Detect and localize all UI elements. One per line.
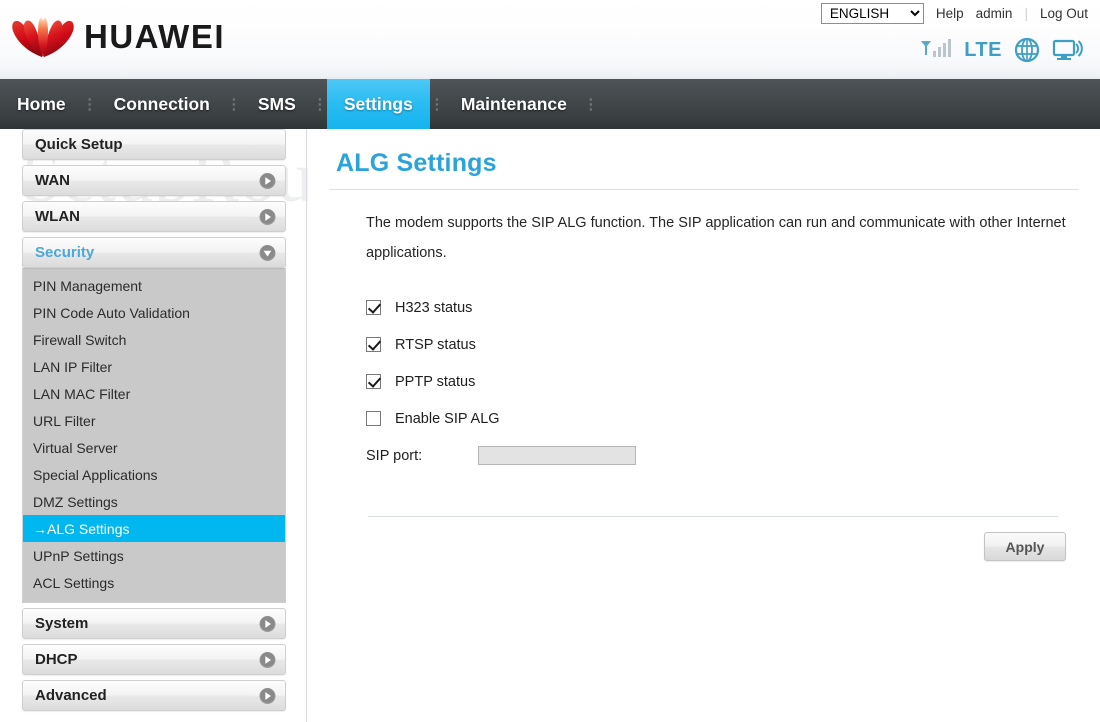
checkbox-row: PPTP status [366, 363, 1066, 400]
nav-item-home[interactable]: Home [0, 79, 83, 129]
sip-port-input[interactable] [478, 446, 636, 465]
sidebar-group-label: DHCP [35, 651, 78, 668]
sidebar-group: Quick Setup [22, 129, 286, 160]
chevron-right-icon[interactable] [259, 687, 276, 704]
sidebar-item-security[interactable]: Security [22, 237, 286, 268]
checkbox-rtsp-status[interactable] [366, 337, 381, 352]
page-title: ALG Settings [336, 149, 497, 177]
checkbox-label[interactable]: Enable SIP ALG [395, 411, 500, 427]
router-admin-page: SetupRouter.com [0, 0, 1100, 722]
chevron-right-icon [259, 208, 276, 225]
nav-item-maintenance[interactable]: Maintenance [444, 79, 584, 129]
sidebar: Quick Setup WAN WLAN Security PIN Management… [0, 129, 307, 722]
sidebar-group-label: Security [35, 244, 95, 261]
current-user-label: admin [975, 6, 1013, 21]
status-indicators: LTE [919, 36, 1084, 64]
chevron-down-icon [259, 244, 276, 261]
sidebar-group: DHCP [22, 644, 286, 675]
sidebar-item-upnp-settings[interactable]: UPnP Settings [23, 542, 285, 569]
signal-bars-icon [921, 39, 952, 57]
sidebar-group-label: System [35, 615, 89, 632]
checkbox-label[interactable]: H323 status [395, 300, 472, 316]
form-divider [368, 516, 1058, 517]
topbar-separator: | [1024, 6, 1028, 21]
main-content: ALG Settings The modem supports the SIP … [308, 129, 1100, 722]
chevron-down-icon[interactable] [259, 244, 276, 261]
page-description: The modem supports the SIP ALG function.… [366, 215, 1066, 261]
sidebar-item-acl-settings[interactable]: ACL Settings [23, 569, 285, 596]
sidebar-item-url-filter[interactable]: URL Filter [23, 407, 285, 434]
topbar-controls: ENGLISH Help admin | Log Out [820, 3, 1088, 24]
sidebar-group: Advanced [22, 680, 286, 711]
sidebar-item-dhcp[interactable]: DHCP [22, 644, 286, 675]
apply-button[interactable]: Apply [984, 532, 1066, 561]
sidebar-item-pin-management[interactable]: PIN Management [23, 272, 285, 299]
checkbox-row: RTSP status [366, 326, 1066, 363]
sip-port-row: SIP port: [366, 440, 1066, 471]
nav-item-connection[interactable]: Connection [97, 79, 227, 129]
language-select[interactable]: ENGLISH [820, 3, 924, 24]
chevron-right-icon[interactable] [259, 208, 276, 225]
sidebar-item-wan[interactable]: WAN [22, 165, 286, 196]
sidebar-item-lan-mac-filter[interactable]: LAN MAC Filter [23, 380, 285, 407]
nav-item-sms[interactable]: SMS [241, 79, 313, 129]
chevron-right-icon [259, 651, 276, 668]
huawei-flower-logo-icon [12, 18, 74, 57]
nav-separator-dots-icon: ⋮ [226, 95, 242, 113]
sidebar-group-label: Quick Setup [35, 136, 123, 153]
sidebar-item-dmz-settings[interactable]: DMZ Settings [23, 488, 285, 515]
checkbox-label[interactable]: PPTP status [395, 374, 475, 390]
sidebar-item-system[interactable]: System [22, 608, 286, 639]
brand-logo: HUAWEI [8, 12, 225, 62]
alg-settings-form: H323 status RTSP status PPTP status Enable … [366, 289, 1066, 471]
globe-icon [1014, 37, 1040, 63]
sidebar-item-advanced[interactable]: Advanced [22, 680, 286, 711]
sidebar-item-pin-code-auto-validation[interactable]: PIN Code Auto Validation [23, 299, 285, 326]
chevron-right-icon[interactable] [259, 172, 276, 189]
nav-separator-dots-icon: ⋮ [312, 95, 328, 113]
brand-name: HUAWEI [84, 18, 225, 55]
chevron-right-icon [259, 172, 276, 189]
sidebar-group: WLAN [22, 201, 286, 232]
sip-port-label: SIP port: [366, 447, 423, 464]
sidebar-item-lan-ip-filter[interactable]: LAN IP Filter [23, 353, 285, 380]
title-divider [330, 189, 1078, 190]
nav-separator-dots-icon: ⋮ [583, 95, 599, 113]
page-body: Quick Setup WAN WLAN Security PIN Management… [0, 129, 1100, 722]
nav-separator-dots-icon: ⋮ [429, 95, 445, 113]
chevron-right-icon [259, 687, 276, 704]
help-link[interactable]: Help [936, 6, 964, 21]
chevron-right-icon [259, 615, 276, 632]
checkbox-h323-status[interactable] [366, 300, 381, 315]
page-header: HUAWEI ENGLISH Help admin | Log Out LTE [0, 0, 1100, 79]
sidebar-group-label: WLAN [35, 208, 80, 225]
checkbox-row: H323 status [366, 289, 1066, 326]
network-type-label: LTE [964, 38, 1002, 61]
checkbox-label[interactable]: RTSP status [395, 337, 476, 353]
nav-item-settings[interactable]: Settings [326, 79, 430, 129]
monitor-wifi-icon [1052, 39, 1083, 60]
chevron-right-icon[interactable] [259, 651, 276, 668]
checkbox-row: Enable SIP ALG [366, 400, 1066, 437]
checkbox-enable-sip-alg[interactable] [366, 411, 381, 426]
sidebar-item-special-applications[interactable]: Special Applications [23, 461, 285, 488]
sidebar-group: WAN [22, 165, 286, 196]
sidebar-submenu: PIN Management PIN Code Auto Validation Fi… [22, 268, 286, 603]
logout-link[interactable]: Log Out [1040, 6, 1088, 21]
sidebar-group: System [22, 608, 286, 639]
sidebar-item-alg-settings[interactable]: →ALG Settings [23, 515, 285, 542]
nav-separator-dots-icon: ⋮ [82, 95, 98, 113]
main-navigation: Home ⋮ Connection ⋮ SMS ⋮ Settings ⋮ Maintenance… [0, 79, 1100, 129]
sidebar-item-firewall-switch[interactable]: Firewall Switch [23, 326, 285, 353]
chevron-right-icon[interactable] [259, 615, 276, 632]
sidebar-group-label: Advanced [35, 687, 107, 704]
sidebar-group: Security PIN Management PIN Code Auto Vali… [22, 237, 286, 603]
sidebar-item-virtual-server[interactable]: Virtual Server [23, 434, 285, 461]
sidebar-group-label: WAN [35, 172, 70, 189]
sidebar-item-quick-setup[interactable]: Quick Setup [22, 129, 286, 160]
checkbox-pptp-status[interactable] [366, 374, 381, 389]
sidebar-item-wlan[interactable]: WLAN [22, 201, 286, 232]
